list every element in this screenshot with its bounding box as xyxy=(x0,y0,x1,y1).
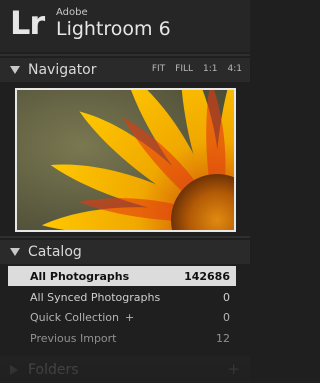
catalog-item-label: Previous Import xyxy=(30,331,117,345)
plus-icon: + xyxy=(125,310,135,324)
divider xyxy=(0,236,250,238)
company-name: Adobe xyxy=(56,7,88,18)
catalog-item-quick-collection[interactable]: Quick Collection + 0 xyxy=(8,307,236,327)
collapse-triangle-icon[interactable] xyxy=(10,66,20,74)
catalog-title: Catalog xyxy=(28,244,82,260)
catalog-panel-header[interactable]: Catalog xyxy=(0,240,250,264)
divider xyxy=(0,54,250,56)
zoom-fill-button[interactable]: FILL xyxy=(175,64,193,74)
catalog-item-all-synced-photographs[interactable]: All Synced Photographs 0 xyxy=(8,287,236,307)
catalog-item-label: Quick Collection xyxy=(30,310,120,324)
catalog-item-previous-import[interactable]: Previous Import 12 xyxy=(8,328,236,348)
catalog-item-count: 0 xyxy=(223,290,230,304)
collapse-triangle-icon[interactable] xyxy=(10,248,20,256)
lightroom-logo: Lr xyxy=(10,4,45,42)
catalog-item-all-photographs[interactable]: All Photographs 142686 xyxy=(8,266,236,286)
zoom-options: FIT FILL 1:1 4:1 xyxy=(152,64,242,74)
flower-photo xyxy=(17,90,234,230)
navigator-title: Navigator xyxy=(28,62,97,78)
catalog-item-count: 142686 xyxy=(184,269,230,283)
folders-title: Folders xyxy=(28,361,79,378)
zoom-4-1-button[interactable]: 4:1 xyxy=(228,64,242,74)
catalog-item-count: 0 xyxy=(223,310,230,324)
folders-panel-header[interactable]: Folders + xyxy=(0,356,250,383)
navigator-preview[interactable] xyxy=(15,88,236,232)
app-header: Lr Adobe Lightroom 6 xyxy=(0,0,250,52)
catalog-item-label: All Photographs xyxy=(30,269,130,283)
add-folder-plus-icon[interactable]: + xyxy=(227,360,240,378)
expand-triangle-icon[interactable] xyxy=(10,364,18,375)
zoom-fit-button[interactable]: FIT xyxy=(152,64,165,74)
zoom-1-1-button[interactable]: 1:1 xyxy=(203,64,217,74)
catalog-item-count: 12 xyxy=(216,331,230,345)
catalog-item-label: All Synced Photographs xyxy=(30,290,161,304)
navigator-panel-header[interactable]: Navigator FIT FILL 1:1 4:1 xyxy=(0,58,250,82)
product-name: Lightroom 6 xyxy=(56,18,171,40)
